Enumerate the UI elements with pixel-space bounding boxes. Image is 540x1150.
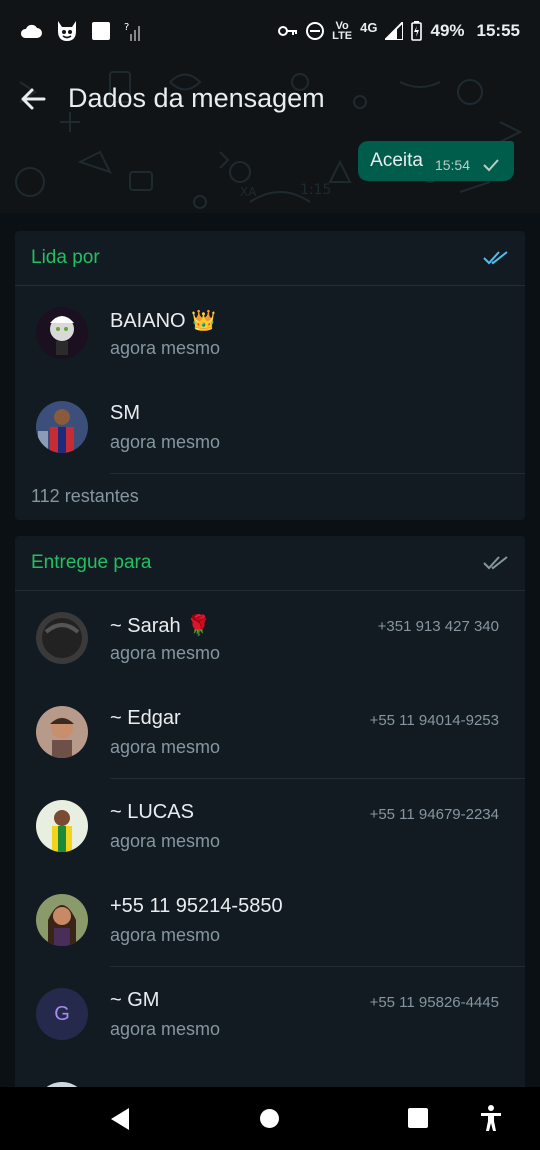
- navigation-bar: [0, 1087, 540, 1150]
- contact-row[interactable]: ~ Sarah 🌹 agora mesmo +351 913 427 340: [15, 591, 525, 685]
- contact-avatar: G: [36, 988, 88, 1040]
- contact-name: SM: [110, 402, 140, 424]
- delivered-to-header: Entregue para: [15, 536, 525, 591]
- single-check-icon: [483, 159, 499, 172]
- contact-row[interactable]: SM agora mesmo: [15, 380, 525, 474]
- contact-phone: +55 11 95826-4445: [369, 994, 499, 1011]
- contact-phone: +351 913 427 340: [377, 618, 499, 635]
- header: 1:15 XA Dados da mensagem Aceita 15:54: [0, 62, 540, 213]
- svg-text:XA: XA: [240, 185, 257, 199]
- network-type-label: 4G: [360, 19, 378, 35]
- message-bubble[interactable]: Aceita 15:54: [358, 141, 514, 181]
- key-icon: [278, 26, 298, 36]
- volte-indicator: Vo LTE: [332, 21, 353, 42]
- volte-bottom-label: LTE: [332, 30, 353, 42]
- contact-time: agora mesmo: [110, 925, 221, 945]
- clock: 15:55: [476, 21, 520, 40]
- delivered-to-section: Entregue para ~ Sarah 🌹 agora mesmo +351…: [15, 536, 525, 1087]
- nav-home-icon[interactable]: [259, 1108, 280, 1129]
- remaining-count: 112 restantes: [31, 486, 139, 506]
- contact-avatar: [36, 307, 88, 359]
- contact-time: agora mesmo: [110, 643, 221, 663]
- battery-percent: 49%: [430, 21, 465, 40]
- cloud-icon: [20, 24, 42, 38]
- message-time: 15:54: [434, 157, 470, 173]
- double-check-blue-icon: [483, 251, 508, 265]
- contact-row[interactable]: ~ Edgar agora mesmo +55 11 94014-9253: [15, 685, 525, 779]
- message-text: Aceita: [370, 150, 423, 171]
- contact-name: BAIANO 👑: [110, 310, 217, 332]
- devil-app-icon: [58, 21, 76, 41]
- contact-time: agora mesmo: [110, 737, 221, 757]
- svg-text:?: ?: [124, 22, 129, 33]
- contact-name: ~ GM: [110, 989, 160, 1011]
- cell-signal-icon: [385, 22, 404, 40]
- square-notification-icon: [92, 22, 110, 40]
- contact-row[interactable]: G ~ GM agora mesmo +55 11 95826-4445: [15, 967, 525, 1061]
- nav-back-icon[interactable]: [109, 1107, 131, 1131]
- contact-avatar: [36, 894, 88, 946]
- nav-recents-icon[interactable]: [408, 1108, 428, 1128]
- do-not-disturb-icon: [306, 22, 325, 40]
- contact-avatar: [36, 612, 88, 664]
- contact-time: agora mesmo: [110, 831, 221, 851]
- delivered-to-title: Entregue para: [31, 552, 152, 573]
- contact-avatar: [36, 401, 88, 453]
- battery-icon: [411, 21, 423, 41]
- status-bar: ? Vo LTE 4G 49% 15:55: [0, 0, 540, 62]
- accessibility-icon[interactable]: [480, 1105, 502, 1131]
- contact-phone: +55 11 94679-2234: [369, 806, 499, 823]
- back-arrow-icon[interactable]: [18, 84, 48, 114]
- contact-row[interactable]: ~ LUCAS agora mesmo +55 11 94679-2234: [15, 779, 525, 873]
- page-title: Dados da mensagem: [68, 83, 325, 113]
- contact-row[interactable]: BAIANO 👑 agora mesmo: [15, 286, 525, 380]
- double-check-gray-icon: [483, 556, 508, 570]
- contact-avatar: [36, 800, 88, 852]
- contact-name: ~ LUCAS: [110, 801, 194, 823]
- read-by-section: Lida por BAIANO 👑 agora mesmo SM agora m…: [15, 231, 525, 520]
- contact-name: ~ Edgar: [110, 707, 181, 729]
- contact-name: ~ Sarah 🌹: [110, 615, 212, 637]
- contact-row[interactable]: [15, 1061, 525, 1087]
- contact-name: +55 11 95214-5850: [110, 895, 283, 917]
- contact-time: agora mesmo: [110, 338, 221, 358]
- contact-phone: +55 11 94014-9253: [369, 712, 499, 729]
- message-info-screen: ? Vo LTE 4G 49% 15:55 1:15 XA Dados da m…: [0, 0, 540, 1150]
- read-by-header: Lida por: [15, 231, 525, 286]
- contact-row[interactable]: +55 11 95214-5850 agora mesmo: [15, 873, 525, 967]
- contact-time: agora mesmo: [110, 432, 221, 452]
- contact-avatar: [36, 706, 88, 758]
- row-divider: [110, 473, 525, 474]
- read-by-title: Lida por: [31, 247, 100, 268]
- svg-text:1:15: 1:15: [300, 182, 331, 198]
- no-signal-icon: ?: [124, 22, 140, 41]
- contact-time: agora mesmo: [110, 1019, 221, 1039]
